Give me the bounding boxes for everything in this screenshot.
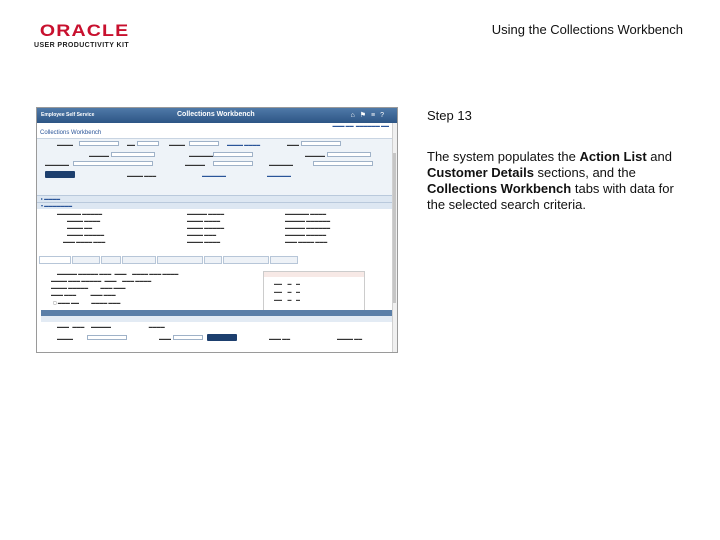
agent-date-label: ▬▬▬ ▬▬: [269, 336, 291, 341]
breakdown-grid-row: ▬▬▬ ▬▬▬ ▬▬▬▬▬ ▬▬▬▬: [57, 324, 165, 329]
menu-icon[interactable]: ≡: [371, 112, 380, 119]
tab-5[interactable]: [157, 256, 203, 264]
personalize-link[interactable]: ▬▬▬▬▬▬ ▬▬: [356, 123, 389, 128]
breakdown-grid-columns: [41, 316, 393, 322]
history-label: ▬▬▬▬: [57, 336, 73, 341]
workbench-tabs: [39, 256, 298, 264]
criteria-field-5[interactable]: [111, 152, 155, 157]
criteria-label-8: ▬▬▬▬▬▬: [45, 162, 69, 167]
criteria-field-9[interactable]: [213, 161, 253, 166]
criteria-label-7: ▬▬▬▬▬: [305, 153, 325, 158]
help-icon[interactable]: ?: [380, 112, 389, 119]
customer-details-section[interactable]: ▾ ▬▬▬▬▬▬▬: [37, 202, 397, 209]
logo-subtitle: USER PRODUCTIVITY KIT: [34, 42, 130, 49]
detail-label-9: ▬▬▬▬▬ ▬▬▬▬▬▬: [285, 225, 331, 230]
customer-details-panel: ▬▬▬▬▬▬ ▬▬▬▬▬ ▬▬▬▬▬ ▬▬▬▬ ▬▬▬▬▬▬ ▬▬▬▬ ▬▬▬▬…: [37, 209, 397, 249]
detail-label-5: ▬▬▬▬ ▬▬▬▬: [187, 218, 221, 223]
promise-date-label: ▬▬▬▬ ▬▬: [337, 336, 363, 341]
criteria-field-8[interactable]: [73, 161, 153, 166]
desc-text-1: The system populates the: [427, 149, 580, 164]
oracle-upk-logo: ORACLE USER PRODUCTIVITY KIT: [34, 22, 154, 50]
tab-1[interactable]: [39, 256, 71, 264]
tab-row-2: ▬▬▬▬ ▬▬▬ ▬▬▬▬▬ ▬▬▬ ▬▬▬ ▬▬▬▬: [51, 278, 152, 283]
detail-label-2: ▬▬▬▬▬ ▬▬▬▬: [187, 211, 225, 216]
criteria-field-3[interactable]: [189, 141, 219, 146]
criteria-field-4[interactable]: [301, 141, 341, 146]
criteria-label-1: ▬▬▬▬: [57, 142, 73, 147]
tab-row-5: ▢ ▬▬▬ ▬▬ ▬▬▬▬ ▬▬▬: [53, 300, 121, 305]
tab-4[interactable]: [122, 256, 156, 264]
screenshot-scrollbar[interactable]: [392, 123, 397, 352]
generate-report-link[interactable]: ▬▬▬▬▬▬: [267, 173, 291, 178]
tab-row-3: ▬▬▬▬ ▬▬▬▬▬ ▬▬▬ ▬▬▬: [51, 285, 126, 290]
aging-summary-table: ▬▬ ▬ ▬ ▬▬ ▬ ▬ ▬▬ ▬ ▬: [263, 271, 365, 311]
screenshot-window-title: Collections Workbench: [177, 111, 255, 118]
home-icon[interactable]: ⌂: [350, 112, 359, 119]
return-field[interactable]: [173, 335, 203, 340]
return-label: ▬▬▬: [159, 336, 171, 341]
criteria-field-10[interactable]: [313, 161, 373, 166]
criteria-label-9: ▬▬▬▬▬: [185, 162, 205, 167]
back-link[interactable]: Employee Self Service: [41, 112, 94, 118]
application-screenshot: Employee Self Service Collections Workbe…: [36, 107, 398, 353]
criteria-label-6: ▬▬▬▬▬▬: [189, 153, 213, 158]
detail-label-3: ▬▬▬▬▬▬ ▬▬▬▬: [285, 211, 327, 216]
display-currency-label: ▬▬▬▬ ▬▬▬: [127, 173, 157, 178]
tab-7[interactable]: [223, 256, 269, 264]
scrollbar-thumb[interactable]: [393, 153, 396, 303]
aging-row-2: ▬▬ ▬ ▬: [274, 289, 301, 294]
desc-collections-workbench: Collections Workbench: [427, 181, 572, 196]
history-search-button[interactable]: [207, 334, 237, 341]
logo-oracle-wordmark: ORACLE: [39, 21, 130, 40]
detail-label-8: ▬▬▬▬ ▬▬▬▬▬: [187, 225, 225, 230]
search-button[interactable]: [45, 171, 75, 178]
action-list-section[interactable]: ▸ ▬▬▬▬: [37, 195, 397, 202]
tab-3[interactable]: [101, 256, 121, 264]
criteria-label-10: ▬▬▬▬▬▬: [269, 162, 293, 167]
screenshot-title-bar: Employee Self Service Collections Workbe…: [37, 108, 397, 123]
detail-label-15: ▬▬▬ ▬▬▬▬ ▬▬▬: [285, 239, 328, 244]
new-window-link[interactable]: ▬▬▬ ▬▬: [333, 123, 354, 128]
criteria-label-3: ▬▬▬▬: [169, 142, 185, 147]
screenshot-page-heading: Collections Workbench: [40, 130, 102, 136]
step-description: The system populates the Action List and…: [427, 149, 692, 213]
tab-row-1: ▬▬▬▬▬ ▬▬▬▬▬ ▬▬▬ ▬▬▬ ▬▬▬▬ ▬▬▬ ▬▬▬▬: [57, 271, 179, 276]
detail-label-13: ▬▬▬ ▬▬▬▬ ▬▬▬: [63, 239, 106, 244]
detail-label-12: ▬▬▬▬▬ ▬▬▬▬▬: [285, 232, 327, 237]
criteria-field-2[interactable]: [137, 141, 159, 146]
advanced-search-link[interactable]: ▬▬▬▬ ▬▬▬▬: [227, 142, 260, 147]
aging-row-3: ▬▬ ▬ ▬: [274, 297, 301, 302]
detail-label-10: ▬▬▬▬ ▬▬▬▬▬: [67, 232, 105, 237]
criteria-label-4: ▬▬▬: [287, 142, 299, 147]
desc-action-list: Action List: [579, 149, 647, 164]
desc-text-3: sections, and the: [533, 165, 636, 180]
detail-label-4: ▬▬▬▬ ▬▬▬▬: [67, 218, 101, 223]
desc-customer-details: Customer Details: [427, 165, 534, 180]
header-icons: ⌂⚑≡?: [350, 111, 389, 119]
criteria-field-6[interactable]: [213, 152, 253, 157]
tab-8[interactable]: [270, 256, 298, 264]
criteria-field-1[interactable]: [79, 141, 119, 146]
document-title: Using the Collections Workbench: [491, 22, 683, 37]
criteria-label-2: ▬▬: [127, 142, 135, 147]
tab-2[interactable]: [72, 256, 100, 264]
criteria-field-7[interactable]: [327, 152, 371, 157]
tab-row-4: ▬▬▬ ▬▬▬ ▬▬▬ ▬▬▬: [51, 292, 116, 297]
criteria-label-5: ▬▬▬▬▬: [89, 153, 109, 158]
search-criteria-panel: ▬▬▬▬ ▬▬ ▬▬▬▬ ▬▬▬▬ ▬▬▬▬ ▬▬▬ ▬▬▬▬▬ ▬▬▬▬▬▬ …: [37, 138, 397, 195]
tab-6[interactable]: [204, 256, 222, 264]
step-label: Step 13: [427, 108, 472, 123]
add-conversation-link[interactable]: ▬▬▬▬▬▬: [202, 173, 226, 178]
worklist-icon[interactable]: ⚑: [360, 112, 371, 119]
detail-label-7: ▬▬▬▬ ▬▬: [67, 225, 93, 230]
detail-label-14: ▬▬▬▬ ▬▬▬▬: [187, 239, 221, 244]
detail-label-6: ▬▬▬▬▬ ▬▬▬▬▬▬: [285, 218, 331, 223]
detail-label-11: ▬▬▬▬ ▬▬▬: [187, 232, 217, 237]
history-field[interactable]: [87, 335, 127, 340]
detail-label-1: ▬▬▬▬▬▬ ▬▬▬▬▬: [57, 211, 103, 216]
aging-summary-header: [264, 272, 364, 277]
desc-text-2: and: [646, 149, 672, 164]
aging-row-1: ▬▬ ▬ ▬: [274, 281, 301, 286]
